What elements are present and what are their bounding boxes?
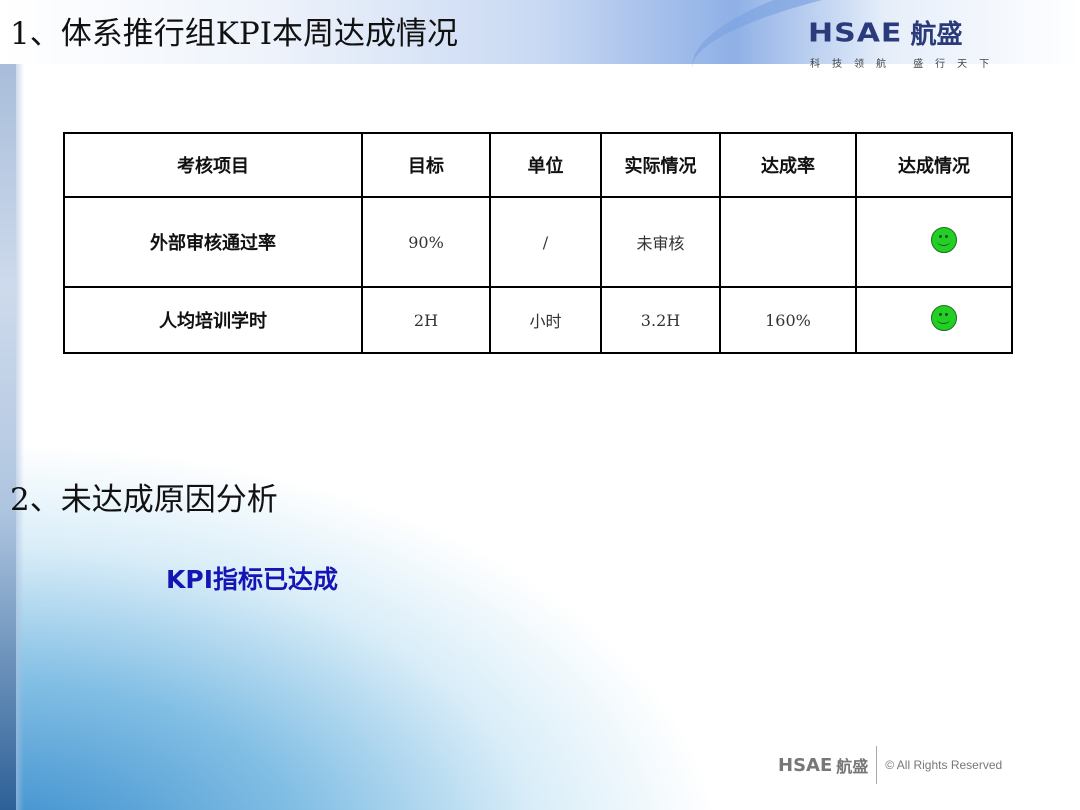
col-header-rate: 达成率 bbox=[719, 132, 857, 198]
cell-status bbox=[855, 196, 1013, 288]
col-header-unit: 单位 bbox=[489, 132, 602, 198]
cell-rate bbox=[719, 196, 857, 288]
footer: HSAE 航盛 © All Rights Reserved bbox=[778, 746, 1002, 784]
background-gradient bbox=[0, 0, 1080, 810]
left-decor-bar bbox=[0, 64, 16, 810]
table-row: 外部审核通过率 90% / 未审核 bbox=[63, 196, 1013, 288]
section-title-analysis: 2、未达成原因分析 bbox=[10, 482, 278, 518]
cell-target: 90% bbox=[361, 196, 491, 288]
kpi-table: 考核项目 目标 单位 实际情况 达成率 达成情况 外部审核通过率 90% / 未… bbox=[63, 132, 1013, 354]
footer-divider bbox=[876, 746, 878, 784]
logo-brand: HSAE bbox=[808, 18, 903, 49]
cell-target: 2H bbox=[361, 286, 491, 354]
col-header-item: 考核项目 bbox=[63, 132, 363, 198]
col-header-actual: 实际情况 bbox=[600, 132, 721, 198]
left-decor-shadow bbox=[16, 64, 24, 810]
slide-title: 1、体系推行组KPI本周达成情况 bbox=[10, 16, 458, 52]
smiley-green-icon bbox=[931, 304, 957, 331]
logo-brand-cn: 航盛 bbox=[910, 20, 963, 50]
cell-item: 人均培训学时 bbox=[63, 286, 363, 354]
cell-item: 外部审核通过率 bbox=[63, 196, 363, 288]
smiley-green-icon bbox=[931, 226, 957, 253]
cell-actual: 未审核 bbox=[600, 196, 721, 288]
table-row: 人均培训学时 2H 小时 3.2H 160% bbox=[63, 286, 1013, 354]
col-header-status: 达成情况 bbox=[855, 132, 1013, 198]
cell-status bbox=[855, 286, 1013, 354]
col-header-target: 目标 bbox=[361, 132, 491, 198]
table-header-row: 考核项目 目标 单位 实际情况 达成率 达成情况 bbox=[63, 132, 1013, 198]
cell-actual: 3.2H bbox=[600, 286, 721, 354]
analysis-conclusion: KPI指标已达成 bbox=[166, 565, 338, 594]
footer-logo-brand: HSAE bbox=[778, 754, 833, 776]
cell-unit: / bbox=[489, 196, 602, 288]
company-logo: HSAE 航盛 科技领航 盛行天下 bbox=[808, 14, 1053, 70]
footer-copyright: © All Rights Reserved bbox=[885, 758, 1003, 772]
cell-rate: 160% bbox=[719, 286, 857, 354]
footer-logo-brand-cn: 航盛 bbox=[836, 757, 869, 776]
cell-unit: 小时 bbox=[489, 286, 602, 354]
logo-slogan: 科技领航 盛行天下 bbox=[810, 59, 1002, 70]
